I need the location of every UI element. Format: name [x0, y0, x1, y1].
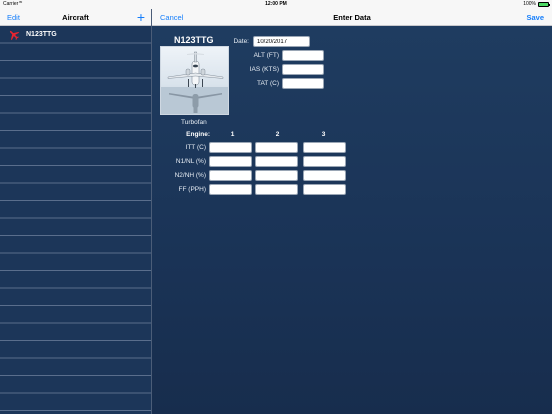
tat-field[interactable] — [282, 78, 324, 89]
status-bar: Carrier ≈ 12:00 PM 100% — [0, 0, 552, 9]
status-time: 12:00 PM — [265, 1, 287, 7]
engine-3-header: 3 — [321, 131, 326, 138]
aircraft-photo — [160, 46, 229, 115]
ff-engine-3-field[interactable] — [303, 184, 346, 195]
battery-percent: 100% — [523, 1, 536, 7]
n1-engine-1-field[interactable] — [209, 156, 252, 167]
engine-1-header: 1 — [230, 131, 235, 138]
alt-label: ALT (FT) — [253, 52, 279, 59]
date-label: Date: — [233, 38, 249, 45]
airplane-icon — [9, 30, 20, 40]
sidebar-title: Aircraft — [62, 13, 89, 22]
engine-2-header: 2 — [275, 131, 280, 138]
save-button[interactable]: Save — [526, 13, 544, 22]
n2-engine-2-field[interactable] — [255, 170, 298, 181]
aircraft-list-item[interactable]: N123TTG — [0, 26, 151, 43]
date-field[interactable] — [253, 36, 310, 47]
n1-engine-2-field[interactable] — [255, 156, 298, 167]
alt-field[interactable] — [282, 50, 324, 61]
itt-engine-1-field[interactable] — [209, 142, 252, 153]
aircraft-type-label: Turbofan — [181, 119, 207, 126]
aircraft-list[interactable]: N123TTG — [0, 26, 151, 414]
ff-engine-2-field[interactable] — [255, 184, 298, 195]
enter-data-panel: N123TTG Turbofan Date: 10/20/2017 ALT (F… — [152, 26, 552, 414]
ias-label: IAS (KTS) — [249, 66, 279, 73]
engine-label: Engine: — [186, 131, 210, 138]
n2-engine-1-field[interactable] — [209, 170, 252, 181]
sidebar-nav-bar: Edit Aircraft + — [0, 9, 151, 26]
aircraft-tail-label: N123TTG — [26, 31, 57, 38]
tat-label: TAT (C) — [256, 80, 279, 87]
add-aircraft-button[interactable]: + — [137, 9, 145, 25]
ff-label: FF (PPH) — [178, 186, 206, 193]
itt-label: ITT (C) — [185, 144, 206, 151]
ias-field[interactable] — [282, 64, 324, 75]
n2-engine-3-field[interactable] — [303, 170, 346, 181]
battery-icon — [538, 2, 550, 7]
n2-label: N2/NH (%) — [174, 172, 206, 179]
aircraft-tail-title: N123TTG — [174, 35, 214, 45]
itt-engine-2-field[interactable] — [255, 142, 298, 153]
ff-engine-1-field[interactable] — [209, 184, 252, 195]
main-title: Enter Data — [333, 13, 371, 22]
n1-label: N1/NL (%) — [175, 158, 206, 165]
main-nav-bar: Cancel Enter Data Save — [152, 9, 552, 26]
n1-engine-3-field[interactable] — [303, 156, 346, 167]
itt-engine-3-field[interactable] — [303, 142, 346, 153]
